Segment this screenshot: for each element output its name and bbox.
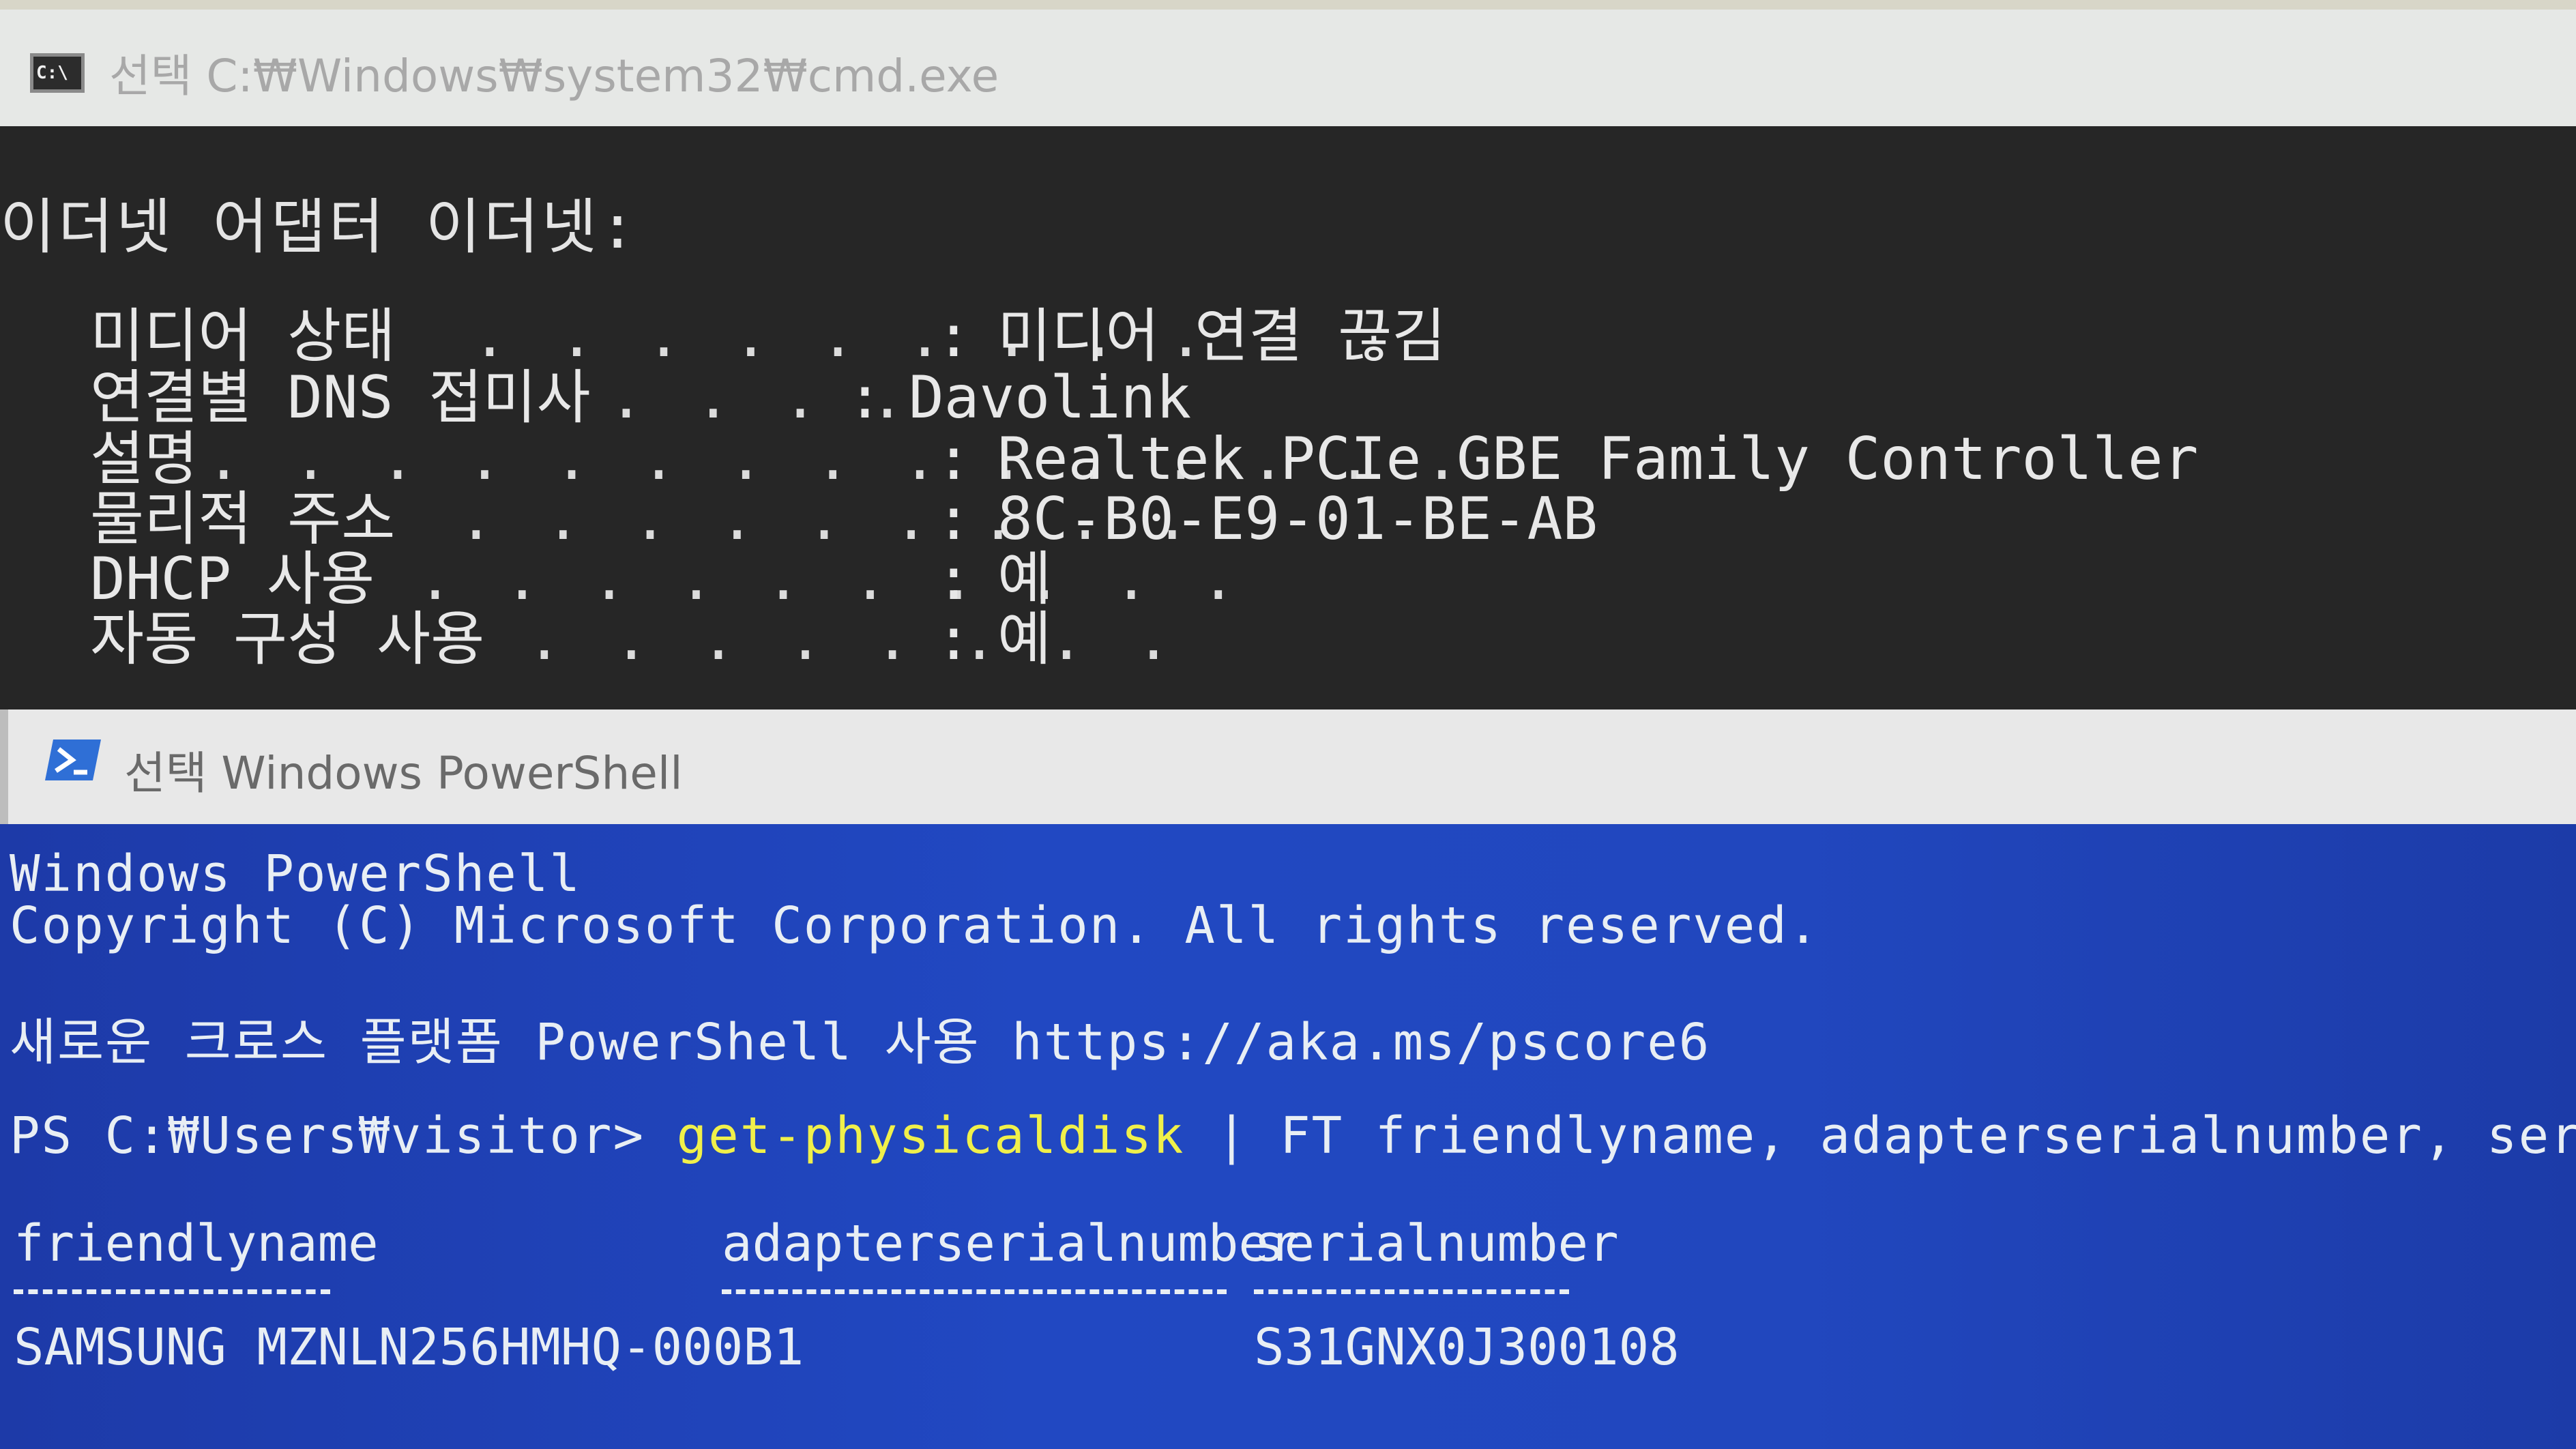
powershell-titlebar[interactable]: 선택 Windows PowerShell [0,709,2576,824]
row-value: 8C-B0-E9-01-BE-AB [997,485,1598,553]
powershell-console[interactable]: Windows PowerShell Copyright (C) Microso… [0,824,2576,1449]
row-label: 연결별 DNS 접미사 [90,364,591,432]
screen: C:\ 선택 C:₩Windows₩system32₩cmd.exe 이더넷 어… [0,0,2576,1449]
row-colon: : [936,302,971,370]
row-colon: : [847,364,883,432]
row-label: 미디어 상태 [90,302,396,370]
column-underline [1254,1289,1569,1294]
cmd-window-title: 선택 C:₩Windows₩system32₩cmd.exe [109,50,999,102]
adapter-heading: 이더넷 어댑터 이더넷: [0,192,639,262]
promo-line: 새로운 크로스 플랫폼 PowerShell 사용 https://aka.ms… [10,1013,1711,1072]
row-colon: : [936,425,971,493]
cmd-app-icon: C:\ [30,53,85,93]
column-underline [722,1289,1227,1294]
row-label: 자동 구성 사용 [90,605,485,673]
cmd-row-dhcp: DHCP 사용 . . . . . . . . . . : 예 [90,548,1236,610]
cmd-window[interactable]: C:\ 선택 C:₩Windows₩system32₩cmd.exe 이더넷 어… [0,0,2576,709]
row-colon: : [936,485,971,553]
cmd-row-media-state: 미디어 상태 . . . . . . . . . : 미디어 연결 끊김 [90,306,1446,367]
row-value: Davolink [909,364,1192,432]
row-colon: : [936,605,971,673]
cmd-row-physical-address: 물리적 주소 . . . . . . . . . : 8C-B0-E9-01-B… [90,488,1598,550]
row-value: Realtek PCIe GBE Family Controller [997,425,2199,493]
row-colon: : [936,545,971,613]
cmdlet: get-physicaldisk [676,1107,1185,1165]
cmd-row-dns-suffix: 연결별 DNS 접미사 . . . . : Davolink [90,367,1191,428]
row-dots: . . . . . . . . [527,605,1180,673]
column-header-serialnumber: serialnumber [1254,1214,1619,1273]
table-cell-friendlyname: SAMSUNG MZNLN256HMHQ-000B1 [14,1318,804,1377]
row-value: 예 [997,605,1052,673]
banner-line-1: Windows PowerShell [10,845,581,903]
cmd-titlebar[interactable]: C:\ 선택 C:₩Windows₩system32₩cmd.exe [0,0,2576,126]
powershell-icon [45,740,101,780]
banner-line-2: Copyright (C) Microsoft Corporation. All… [10,896,1820,955]
column-header-friendlyname: friendlyname [14,1214,379,1273]
row-label: 설명 [90,425,199,493]
prompt: PS C:₩Users₩visitor> [10,1107,677,1165]
row-value: 미디어 연결 끊김 [997,302,1446,370]
row-label: DHCP 사용 [90,545,375,613]
powershell-window[interactable]: 선택 Windows PowerShell Windows PowerShell… [0,709,2576,1449]
command-line: PS C:₩Users₩visitor> get-physicaldisk | … [10,1107,2576,1165]
command-args: | FT friendlyname, adapterserialnumber, … [1216,1107,2576,1165]
column-underline [14,1289,330,1294]
table-cell-serialnumber: S31GNX0J300108 [1254,1318,1680,1377]
row-value: 예 [997,545,1052,613]
cmd-row-autoconfig: 자동 구성 사용 . . . . . . . . : 예 [90,609,1171,670]
cmd-row-description: 설명 . . . . . . . . . . . . . . . : Realt… [90,425,2198,493]
row-dots: . . . . . . . . . . [418,545,1244,613]
powershell-window-title: 선택 Windows PowerShell [124,747,683,800]
row-label: 물리적 주소 [90,485,396,553]
column-header-adapterserialnumber: adapterserialnumber [722,1214,1300,1273]
